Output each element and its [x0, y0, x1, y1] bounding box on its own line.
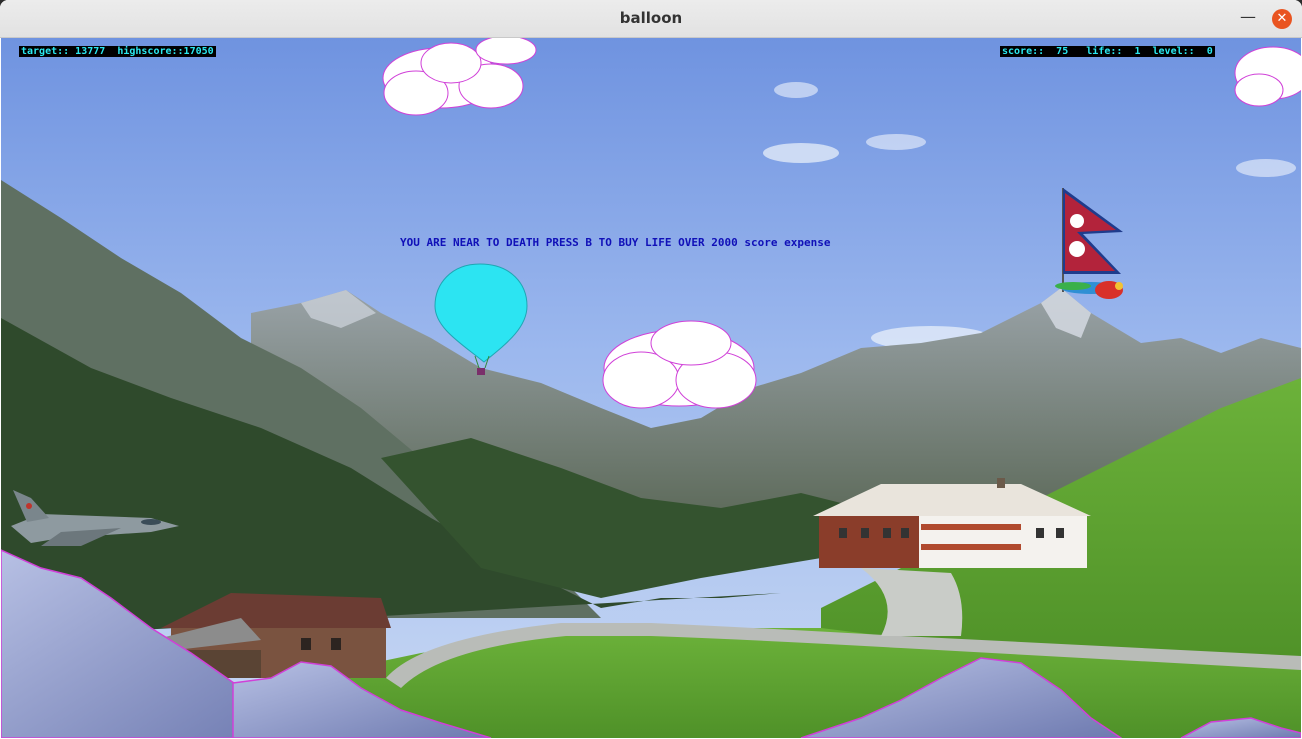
hud-target-highscore: target:: 13777 highscore::17050: [19, 46, 216, 57]
game-canvas[interactable]: target:: 13777 highscore::17050 score:: …: [1, 38, 1301, 738]
sky-wisp: [866, 134, 926, 150]
sky-wisp: [763, 143, 839, 163]
close-icon: ✕: [1276, 11, 1288, 26]
title-bar[interactable]: balloon — ✕: [0, 0, 1302, 38]
minimize-icon: —: [1240, 7, 1256, 26]
game-scene: [1, 38, 1301, 738]
minimize-button[interactable]: —: [1238, 9, 1258, 29]
window-title: balloon: [619, 9, 683, 27]
sky-wisp: [774, 82, 818, 98]
close-button[interactable]: ✕: [1272, 9, 1292, 29]
sky-wisp: [1236, 159, 1296, 177]
app-window: balloon — ✕ target:: 13777 highscore::17…: [0, 0, 1302, 739]
death-warning-message: YOU ARE NEAR TO DEATH PRESS B TO BUY LIF…: [400, 236, 831, 249]
hud-score-life-level: score:: 75 life:: 1 level:: 0: [1000, 46, 1215, 57]
